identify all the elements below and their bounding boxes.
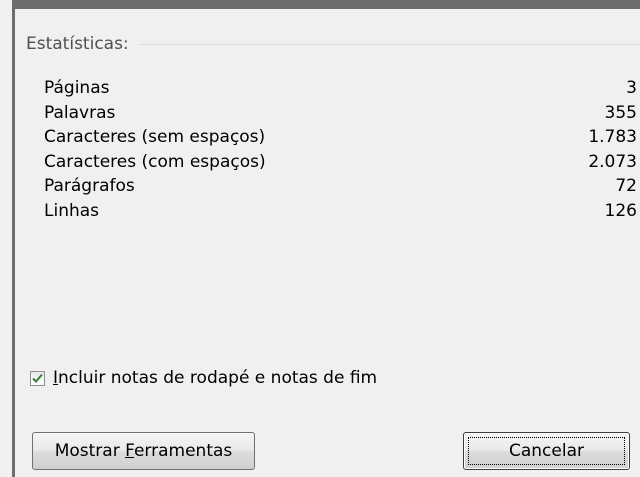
show-tools-button[interactable]: Mostrar Ferramentas xyxy=(32,432,255,470)
stat-value: 1.783 xyxy=(588,127,637,147)
stat-row-pages: Páginas 3 xyxy=(44,76,637,101)
include-notes-label[interactable]: Incluir notas de rodapé e notas de fim xyxy=(53,368,377,388)
include-notes-option[interactable]: Incluir notas de rodapé e notas de fim xyxy=(30,366,377,390)
statistics-group-label: Estatísticas: xyxy=(26,34,139,54)
stat-row-words: Palavras 355 xyxy=(44,101,637,126)
include-notes-checkbox[interactable] xyxy=(30,370,45,386)
stat-value: 72 xyxy=(615,176,637,196)
show-tools-mnemonic: F xyxy=(125,441,134,461)
window-left-border xyxy=(12,0,15,477)
statistics-list: Páginas 3 Palavras 355 Caracteres (sem e… xyxy=(44,76,637,223)
stat-value: 3 xyxy=(626,78,637,98)
include-notes-label-rest: ncluir notas de rodapé e notas de fim xyxy=(58,368,378,388)
stat-row-lines: Linhas 126 xyxy=(44,199,637,224)
stat-row-chars-with-spaces: Caracteres (com espaços) 2.073 xyxy=(44,150,637,175)
stat-label: Caracteres (com espaços) xyxy=(44,151,266,172)
stat-row-paragraphs: Parágrafos 72 xyxy=(44,174,637,199)
stat-row-chars-no-spaces: Caracteres (sem espaços) 1.783 xyxy=(44,125,637,150)
stat-value: 355 xyxy=(604,102,637,123)
stat-label: Caracteres (sem espaços) xyxy=(44,127,266,147)
window-top-border xyxy=(12,0,640,9)
stat-value: 126 xyxy=(604,200,637,221)
focus-rectangle xyxy=(468,437,625,465)
cancel-button[interactable]: Cancelar xyxy=(463,432,630,470)
stat-label: Palavras xyxy=(44,102,116,123)
word-count-dialog: Estatísticas: Páginas 3 Palavras 355 Car… xyxy=(0,0,640,477)
show-tools-label: Mostrar Ferramentas xyxy=(54,441,233,461)
stat-label: Linhas xyxy=(44,200,100,221)
stat-value: 2.073 xyxy=(588,151,637,172)
stat-label: Páginas xyxy=(44,78,110,98)
checkmark-icon xyxy=(32,373,43,383)
stat-label: Parágrafos xyxy=(44,176,135,196)
